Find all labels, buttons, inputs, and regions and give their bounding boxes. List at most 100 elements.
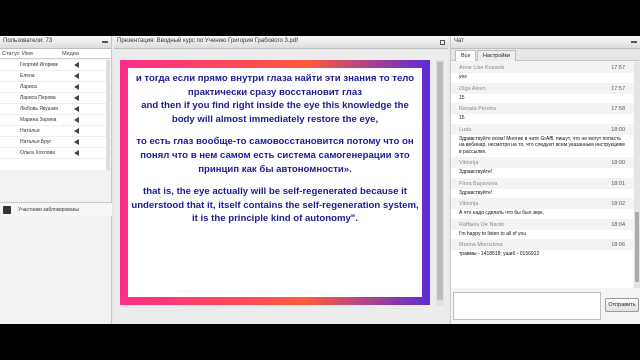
user-row[interactable]: Лариса (0, 82, 108, 93)
lock-icon[interactable] (3, 206, 11, 214)
message-author: Viktorija (459, 201, 479, 207)
minimize-icon[interactable] (102, 41, 108, 43)
minimize-icon[interactable] (631, 41, 637, 43)
users-panel-title: Пользователи: 73 (3, 38, 53, 44)
user-row[interactable]: Любовь Якушкина (0, 104, 108, 115)
message-time: 18:01 (611, 180, 625, 187)
message-author: Marina Morozkina (459, 242, 503, 248)
users-panel-header: Пользователи: 73 (0, 36, 111, 49)
column-media[interactable]: Медиа (62, 51, 79, 57)
column-status[interactable]: Статус (2, 51, 19, 57)
user-name: Георгий Игоревич (20, 62, 58, 68)
speaker-icon (74, 84, 79, 90)
chat-message: Renata Pereira 17:58 15 (451, 103, 633, 124)
user-row[interactable]: Елена (0, 71, 108, 82)
chat-message: Luda 18:00 Здравствуйте всем! Многие в чат… (451, 123, 633, 158)
chat-input[interactable] (453, 292, 601, 320)
speaker-icon (74, 117, 79, 123)
chat-message: Flora Bayanova 18:01 Здравствуйте! (451, 177, 633, 199)
speaker-icon (74, 128, 79, 134)
slide-text-ru-1: и тогда если прямо внутри глаза найти эт… (135, 73, 415, 98)
message-text: yes (459, 74, 467, 80)
user-row[interactable]: Лариса Перова (0, 93, 108, 104)
user-name: Наталья (20, 128, 40, 134)
message-author: Renata Pereira (459, 106, 496, 112)
users-footer: Участники заблокированы (0, 202, 112, 216)
send-button[interactable]: Отправить (605, 298, 639, 312)
chat-message: Olga Alevn. 17:57 15 (451, 82, 633, 104)
speaker-icon (74, 150, 79, 156)
chat-messages: Anne Lise Kvaavik 17:57 yes Olga Alevn. 17:… (451, 62, 633, 288)
slide-content: и тогда если прямо внутри глаза найти эт… (128, 68, 422, 297)
user-row[interactable]: Георгий Игоревич (0, 60, 108, 71)
user-row[interactable]: Наталья (0, 126, 108, 137)
message-time: 17:57 (611, 65, 625, 71)
tab-settings[interactable]: Настройки (477, 50, 516, 61)
chat-message: Viktorija 18:02 А что надо сделать что бы … (451, 198, 633, 219)
users-scrollbar[interactable] (106, 60, 110, 170)
user-name: Ольга Хохлова (20, 150, 55, 156)
message-time: 18:00 (611, 160, 625, 166)
participants-locked-label: Участники заблокированы (18, 207, 80, 213)
message-author: Luda (459, 126, 472, 133)
user-name: Наталья Бруг (20, 139, 52, 145)
maximize-icon[interactable] (440, 40, 445, 45)
user-name: Елена (20, 73, 35, 79)
message-author: Raffaela De Nardo (459, 221, 505, 228)
users-list: Георгий Игоревич Елена Лариса Лариса Пер… (0, 60, 108, 170)
message-text: А что надо сделать что бы был звук, (459, 210, 544, 216)
message-time: 17:58 (611, 106, 625, 112)
message-text: 15 (459, 115, 465, 121)
speaker-icon (74, 106, 79, 112)
chat-panel: Чат Все Настройки Anne Lise Kvaavik 17:57… (450, 36, 640, 324)
user-row[interactable]: Марина Зорина (0, 115, 108, 126)
chat-message: Marina Morozkina 18:06 травмы - 1418518; у… (451, 239, 633, 260)
user-name: Любовь Якушкина (20, 106, 58, 112)
webinar-app: Пользователи: 73 Статус Имя Медиа Георги… (0, 36, 640, 324)
column-name[interactable]: Имя (22, 51, 33, 57)
scroll-thumb[interactable] (635, 212, 639, 282)
users-panel: Пользователи: 73 Статус Имя Медиа Георги… (0, 36, 112, 324)
speaker-icon (74, 73, 79, 79)
message-time: 18:02 (611, 201, 625, 207)
message-text: I'm happy to listen to all of you (459, 230, 527, 237)
message-text: травмы - 1418518; ушиб - 0156912 (459, 251, 540, 257)
chat-message: Anne Lise Kvaavik 17:57 yes (451, 62, 633, 83)
presentation-header: Презентация: Вводный курс по Учению Григ… (114, 36, 448, 49)
message-author: Viktorija (459, 160, 479, 166)
user-name: Лариса (20, 84, 37, 90)
users-columns: Статус Имя Медиа (0, 49, 111, 59)
chat-header: Чат (451, 36, 640, 49)
speaker-icon (74, 62, 79, 68)
message-time: 18:04 (611, 221, 625, 228)
user-name: Лариса Перова (20, 95, 56, 101)
message-author: Anne Lise Kvaavik (459, 65, 505, 71)
tab-all[interactable]: Все (455, 50, 477, 61)
message-text: Здравствуйте всем! Многие в чате GrAffl.… (459, 135, 625, 155)
speaker-icon (74, 139, 79, 145)
message-author: Flora Bayanova (459, 180, 498, 187)
presentation-panel: Презентация: Вводный курс по Учению Григ… (114, 36, 448, 324)
chat-tabs: Все Настройки (451, 49, 640, 61)
presentation-title: Презентация: Вводный курс по Учению Григ… (117, 38, 298, 44)
user-row[interactable]: Ольга Хохлова (0, 148, 108, 159)
message-time: 17:57 (611, 85, 625, 92)
message-time: 18:06 (611, 242, 625, 248)
chat-scrollbar[interactable] (634, 62, 640, 288)
slide-text-en-2: that is, the eye actually will be self-r… (131, 186, 419, 225)
user-name: Марина Зорина (20, 117, 57, 123)
message-text: Здравствуйте! (459, 189, 493, 196)
message-text: 15 (459, 94, 465, 101)
scroll-thumb[interactable] (437, 62, 443, 300)
presentation-scrollbar[interactable] (436, 60, 444, 305)
chat-message: Viktorija 18:00 Здравствуйте! (451, 157, 633, 178)
user-row[interactable]: Наталья Бруг (0, 137, 108, 148)
message-text: Здравствуйте! (459, 169, 493, 175)
slide-text-en-1: and then if you find right inside the ey… (141, 100, 409, 125)
speaker-icon (74, 95, 79, 101)
chat-title: Чат (454, 38, 464, 44)
slide-frame: и тогда если прямо внутри глаза найти эт… (120, 60, 430, 305)
chat-message: Raffaela De Nardo 18:04 I'm happy to liste… (451, 218, 633, 240)
message-time: 18:00 (611, 126, 625, 133)
slide-text-ru-2: то есть глаз вообще-то самовосстановится… (136, 136, 414, 175)
